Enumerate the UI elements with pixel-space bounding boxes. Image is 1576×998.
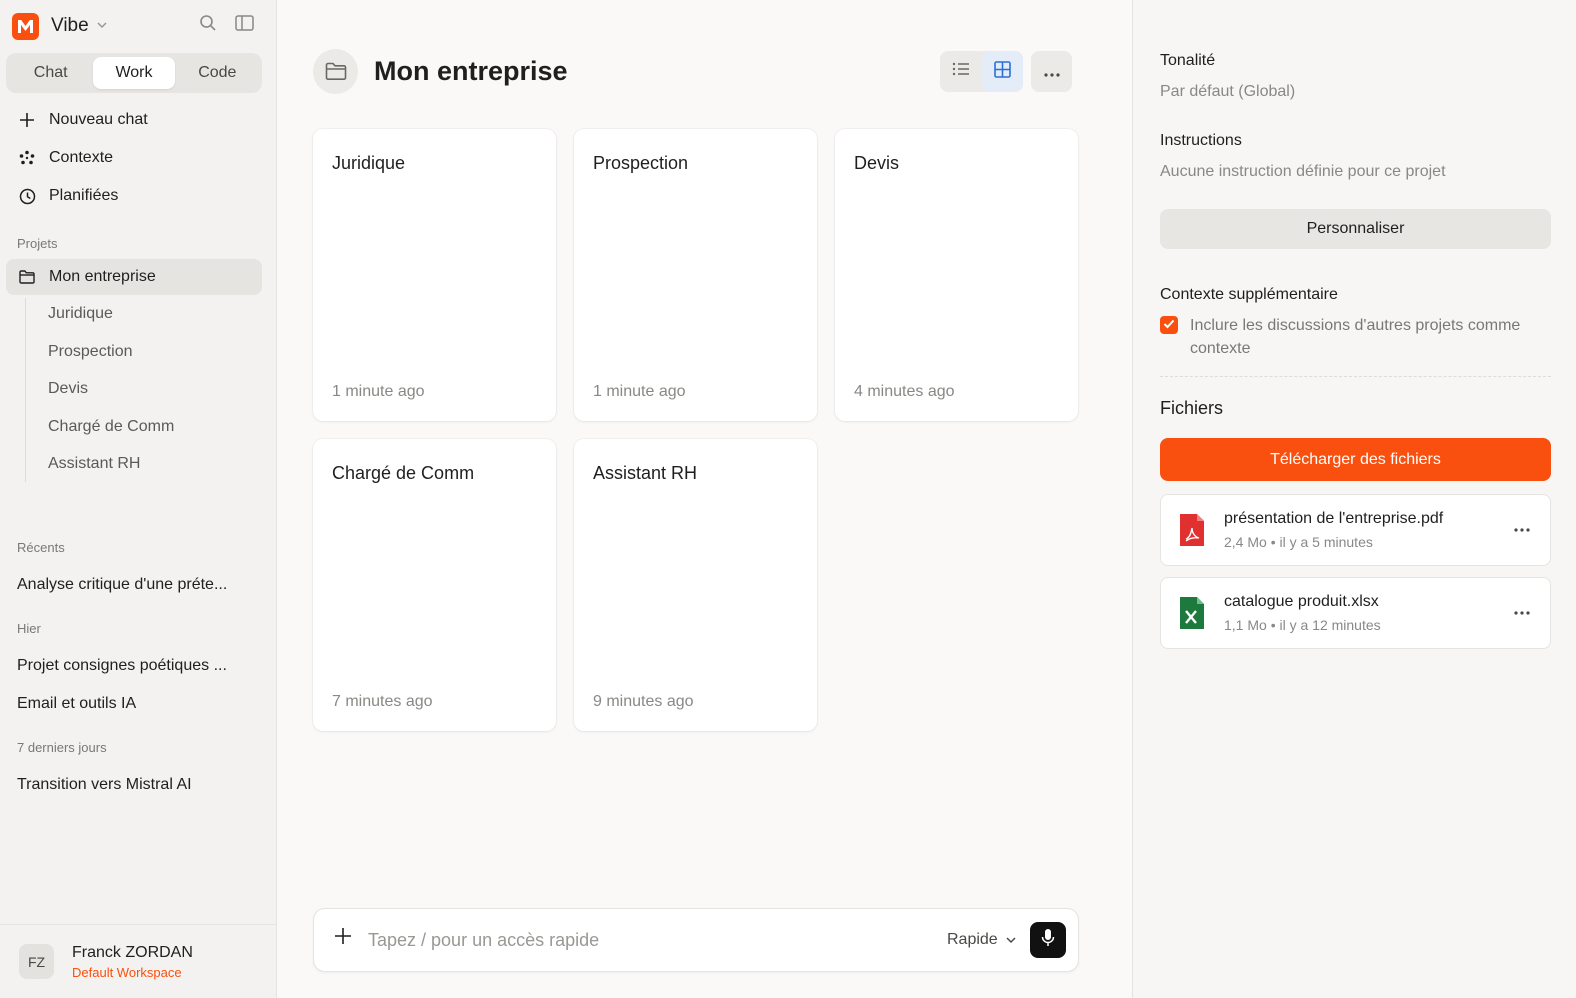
tab-code[interactable]: Code	[177, 57, 258, 89]
project-mon-entreprise[interactable]: Mon entreprise	[6, 259, 262, 295]
chevron-down-icon	[97, 20, 107, 32]
app-name: Vibe	[51, 15, 89, 36]
project-card-assistant-rh[interactable]: Assistant RH 9 minutes ago	[574, 439, 817, 731]
view-toggle	[940, 51, 1023, 92]
list-icon	[952, 61, 970, 82]
tab-work[interactable]: Work	[93, 57, 175, 89]
project-card-prospection[interactable]: Prospection 1 minute ago	[574, 129, 817, 421]
more-options-button[interactable]	[1031, 51, 1072, 92]
subproject-charge-de-comm[interactable]: Chargé de Comm	[48, 418, 174, 436]
attach-plus-icon[interactable]	[334, 927, 352, 945]
card-timestamp: 7 minutes ago	[332, 693, 433, 710]
card-timestamp: 1 minute ago	[332, 383, 425, 400]
excel-icon	[1178, 595, 1206, 636]
projects-section-label: Projets	[17, 236, 58, 251]
include-other-projects-checkbox[interactable]	[1160, 316, 1178, 334]
customize-button[interactable]: Personnaliser	[1160, 209, 1551, 249]
project-folder-icon	[313, 49, 358, 94]
extra-context-label: Contexte supplémentaire	[1160, 286, 1338, 303]
instructions-value: Aucune instruction définie pour ce proje…	[1160, 163, 1446, 180]
model-mode-label: Rapide	[947, 931, 998, 948]
user-profile[interactable]: FZ Franck ZORDAN Default Workspace	[0, 924, 277, 998]
card-timestamp: 1 minute ago	[593, 383, 686, 400]
card-timestamp: 4 minutes ago	[854, 383, 955, 400]
context-label: Contexte	[49, 149, 114, 166]
vibe-logo-icon	[12, 12, 39, 40]
workspace-switcher[interactable]: Vibe	[12, 12, 107, 40]
yesterday-section-label: Hier	[17, 621, 41, 636]
include-other-projects-text: Inclure les discussions d'autres projets…	[1190, 317, 1521, 357]
sidebar-toggle-icon[interactable]	[235, 15, 254, 31]
recent-chat-item[interactable]: Projet consignes poétiques ...	[17, 657, 227, 675]
pdf-icon	[1178, 512, 1206, 553]
main-content: Mon entreprise Juridique 1 minute ago Pr…	[278, 0, 1132, 998]
user-name: Franck ZORDAN	[72, 943, 193, 961]
more-horizontal-icon[interactable]	[1514, 519, 1530, 537]
page-title: Mon entreprise	[374, 56, 568, 86]
file-item[interactable]: présentation de l'entreprise.pdf 2,4 Mo …	[1160, 494, 1551, 566]
chat-input[interactable]	[368, 923, 888, 957]
chat-composer: Rapide	[313, 908, 1079, 972]
file-meta: 2,4 Mo • il y a 5 minutes	[1224, 534, 1373, 550]
plus-icon	[17, 112, 37, 128]
context-icon	[17, 150, 37, 166]
search-icon[interactable]	[199, 14, 217, 32]
instructions-label: Instructions	[1160, 132, 1242, 149]
file-name: présentation de l'entreprise.pdf	[1224, 510, 1444, 527]
list-view-button[interactable]	[940, 51, 982, 92]
file-item[interactable]: catalogue produit.xlsx 1,1 Mo • il y a 1…	[1160, 577, 1551, 649]
recent-chat-item[interactable]: Analyse critique d'une préte...	[17, 576, 227, 594]
file-name: catalogue produit.xlsx	[1224, 593, 1379, 610]
tree-line	[25, 298, 26, 482]
model-mode-select[interactable]: Rapide	[947, 931, 1016, 949]
project-card-charge-de-comm[interactable]: Chargé de Comm 7 minutes ago	[313, 439, 556, 731]
sidebar: Vibe Chat Work Code Nouveau chat Context…	[0, 0, 277, 998]
recent-chat-item[interactable]: Email et outils IA	[17, 695, 136, 713]
voice-input-button[interactable]	[1030, 922, 1066, 958]
tab-chat[interactable]: Chat	[10, 57, 91, 89]
checkmark-icon	[1163, 316, 1175, 334]
divider	[1160, 376, 1551, 377]
chevron-down-icon	[1006, 931, 1016, 949]
card-title: Juridique	[332, 153, 406, 173]
subproject-assistant-rh[interactable]: Assistant RH	[48, 455, 140, 473]
subproject-devis[interactable]: Devis	[48, 380, 88, 398]
scheduled-label: Planifiées	[49, 187, 119, 204]
card-title: Chargé de Comm	[332, 463, 475, 483]
card-title: Devis	[854, 153, 900, 173]
microphone-icon	[1041, 928, 1055, 952]
project-card-devis[interactable]: Devis 4 minutes ago	[835, 129, 1078, 421]
project-label: Mon entreprise	[49, 268, 156, 285]
week-section-label: 7 derniers jours	[17, 740, 107, 755]
grid-icon	[993, 60, 1011, 83]
scheduled-nav-item[interactable]: Planifiées	[6, 178, 262, 214]
files-title: Fichiers	[1160, 398, 1224, 418]
card-title: Assistant RH	[593, 463, 698, 483]
mode-switcher: Chat Work Code	[6, 53, 262, 93]
grid-view-button[interactable]	[981, 51, 1023, 92]
tone-value[interactable]: Par défaut (Global)	[1160, 83, 1295, 101]
new-chat-button[interactable]: Nouveau chat	[6, 102, 262, 138]
card-timestamp: 9 minutes ago	[593, 693, 694, 710]
clock-icon	[17, 188, 37, 205]
recent-chat-item[interactable]: Transition vers Mistral AI	[17, 776, 192, 794]
subproject-prospection[interactable]: Prospection	[48, 343, 133, 361]
new-chat-label: Nouveau chat	[49, 111, 148, 128]
subproject-juridique[interactable]: Juridique	[48, 305, 113, 323]
project-settings-panel: Tonalité Par défaut (Global) Instruction…	[1132, 0, 1576, 998]
context-nav-item[interactable]: Contexte	[6, 140, 262, 176]
avatar: FZ	[19, 944, 54, 979]
more-horizontal-icon	[1043, 61, 1060, 82]
tone-label: Tonalité	[1160, 52, 1216, 69]
project-card-juridique[interactable]: Juridique 1 minute ago	[313, 129, 556, 421]
more-horizontal-icon[interactable]	[1514, 602, 1530, 620]
workspace-name: Default Workspace	[72, 964, 182, 980]
card-title: Prospection	[593, 153, 689, 173]
recents-section-label: Récents	[17, 540, 65, 555]
upload-files-button[interactable]: Télécharger des fichiers	[1160, 438, 1551, 481]
folder-icon	[17, 270, 37, 284]
file-meta: 1,1 Mo • il y a 12 minutes	[1224, 617, 1381, 633]
